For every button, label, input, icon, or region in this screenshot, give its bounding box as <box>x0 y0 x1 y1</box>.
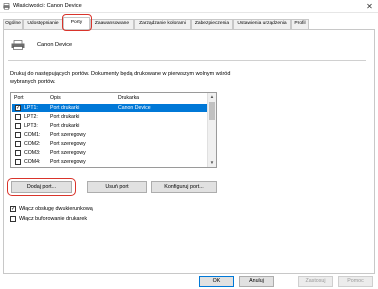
check-icon: ✓ <box>11 206 16 212</box>
title-bar: Właściwości: Canon Device ✕ <box>0 0 378 13</box>
ok-button[interactable]: OK <box>199 276 234 287</box>
port-list[interactable]: Port Opis Drukarka ✓ LPT1: Port drukarki… <box>10 92 217 168</box>
pooling-label: Włącz buforowanie drukarek <box>19 216 88 222</box>
device-name: Canon Device <box>37 42 73 48</box>
printer-icon <box>11 40 25 50</box>
tab-profil[interactable]: Profil <box>291 19 309 29</box>
port-row-com2[interactable]: COM2: Port szeregowy <box>12 140 208 148</box>
window-title: Właściwości: Canon Device <box>13 3 82 9</box>
divider <box>8 60 366 61</box>
bidirectional-checkbox[interactable]: ✓ <box>10 206 16 212</box>
port-desc: Port szeregowy <box>50 150 86 156</box>
port-checkbox[interactable] <box>15 132 21 138</box>
tab-zabezpieczenia[interactable]: Zabezpieczenia <box>191 19 233 29</box>
cancel-button[interactable]: Anuluj <box>239 276 274 287</box>
tab-zaawansowane[interactable]: Zaawansowane <box>90 19 134 29</box>
tab-udostepnianie[interactable]: Udostępnianie <box>23 19 63 29</box>
port-desc: Port drukarki <box>50 105 80 111</box>
column-header-port[interactable]: Port <box>14 95 24 101</box>
tab-porty[interactable]: Porty <box>63 17 90 29</box>
port-desc: Port drukarki <box>50 114 80 120</box>
close-icon[interactable]: ✕ <box>364 1 375 12</box>
port-name: COM2: <box>24 141 41 147</box>
port-checkbox[interactable] <box>15 123 21 129</box>
tab-zarzadzanie-kolorami[interactable]: Zarządzanie kolorami <box>134 19 191 29</box>
port-desc: Port drukarki <box>50 123 80 129</box>
port-name: LPT2: <box>24 114 38 120</box>
column-header-drukarka[interactable]: Drukarka <box>118 95 139 101</box>
port-name: COM1: <box>24 132 41 138</box>
bidirectional-label: Włącz obsługę dwukierunkową <box>19 206 93 212</box>
port-row-lpt2[interactable]: LPT2: Port drukarki <box>12 113 208 121</box>
column-header-opis[interactable]: Opis <box>50 95 61 101</box>
scroll-down-icon[interactable]: ▼ <box>208 159 216 167</box>
port-name: COM4: <box>24 159 41 165</box>
port-checkbox[interactable] <box>15 159 21 165</box>
port-name: LPT1: <box>24 105 38 111</box>
port-row-com3[interactable]: COM3: Port szeregowy <box>12 149 208 157</box>
port-desc: Port szeregowy <box>50 159 86 165</box>
port-name: LPT3: <box>24 123 38 129</box>
port-row-com1[interactable]: COM1: Port szeregowy <box>12 131 208 139</box>
scroll-thumb[interactable] <box>209 102 215 120</box>
delete-port-button[interactable]: Usuń port <box>87 181 147 193</box>
help-button[interactable]: Pomoc <box>338 276 373 287</box>
configure-port-button[interactable]: Konfiguruj port... <box>151 181 217 193</box>
check-icon: ✓ <box>16 105 21 111</box>
pooling-checkbox[interactable] <box>10 216 16 222</box>
port-row-lpt3[interactable]: LPT3: Port drukarki <box>12 122 208 130</box>
scroll-up-icon[interactable]: ▲ <box>208 93 216 101</box>
port-checkbox[interactable] <box>15 150 21 156</box>
printer-app-icon <box>3 3 10 10</box>
port-row-lpt1[interactable]: ✓ LPT1: Port drukarki Canon Device <box>12 104 208 112</box>
tab-strip: Ogólne Udostępnianie Porty Zaawansowane … <box>3 17 375 29</box>
port-printer: Canon Device <box>118 105 151 111</box>
port-row-com4[interactable]: COM4: Port szeregowy <box>12 158 208 166</box>
port-description: Drukuj do następujących portów. Dokument… <box>10 71 231 85</box>
add-port-button[interactable]: Dodaj port... <box>11 181 72 193</box>
vertical-scrollbar[interactable]: ▲ ▼ <box>207 93 216 167</box>
port-desc: Port szeregowy <box>50 132 86 138</box>
apply-button[interactable]: Zastosuj <box>298 276 333 287</box>
port-desc: Port szeregowy <box>50 141 86 147</box>
port-checkbox[interactable] <box>15 114 21 120</box>
tab-ustawienia-urzadzenia[interactable]: Ustawienia urządzenia <box>233 19 291 29</box>
tab-ogolne[interactable]: Ogólne <box>3 19 23 29</box>
port-checkbox[interactable] <box>15 141 21 147</box>
port-name: COM3: <box>24 150 41 156</box>
port-checkbox[interactable]: ✓ <box>15 105 21 111</box>
